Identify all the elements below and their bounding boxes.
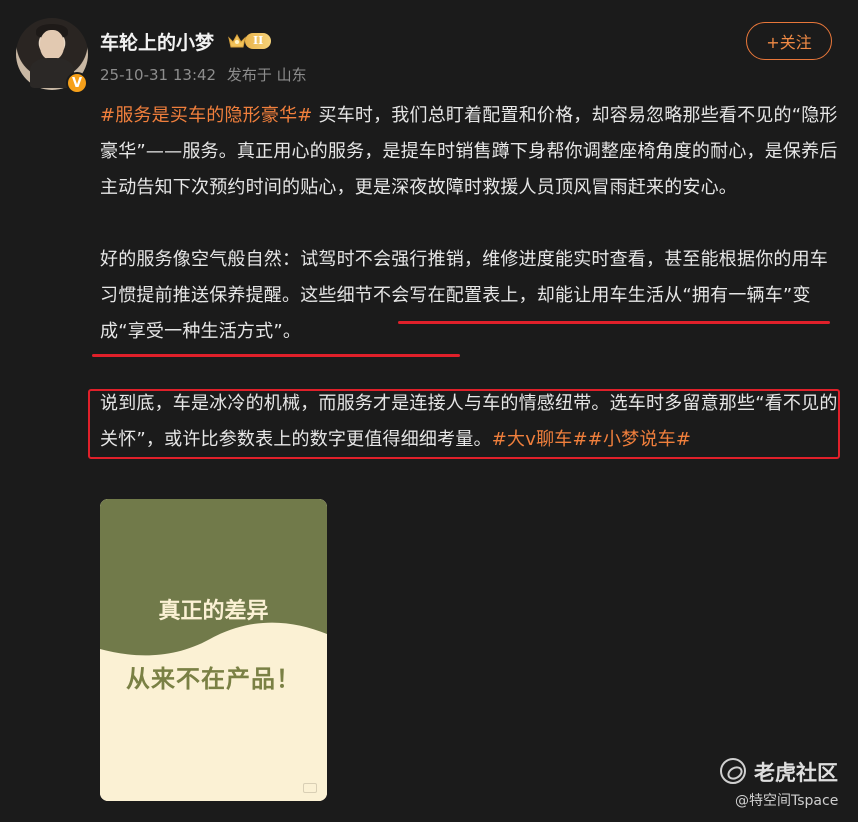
paragraph-3-text: 说到底，车是冰冷的机械，而服务才是连接人与车的情感纽带。选车时多留意那些“看不见… — [100, 393, 838, 450]
image-expand-icon — [303, 783, 317, 793]
paragraph-3: 说到底，车是冰冷的机械，而服务才是连接人与车的情感纽带。选车时多留意那些“看不见… — [100, 386, 838, 458]
verified-icon: V — [66, 72, 88, 94]
post-meta: 25-10-31 13:42 发布于 山东 — [100, 64, 307, 85]
watermark-handle: @特空间Tspace — [735, 793, 839, 809]
card-line-2: 从来不在产品！ — [126, 665, 301, 693]
post-timestamp: 25-10-31 13:42 — [100, 66, 217, 84]
username[interactable]: 车轮上的小梦 — [100, 28, 214, 55]
paragraph-1: #服务是买车的隐形豪华# 买车时，我们总盯着配置和价格，却容易忽略那些看不见的“… — [100, 98, 838, 206]
avatar-face — [40, 30, 64, 60]
card-line-1: 真正的差异 — [158, 599, 269, 624]
annotation-underline — [398, 321, 830, 324]
hashtag-link[interactable]: #大v聊车# — [492, 429, 588, 450]
crown-icon — [228, 33, 246, 48]
level-badge: II — [227, 31, 279, 51]
post-image[interactable]: 真正的差异 从来不在产品！ — [100, 499, 327, 801]
card-background — [100, 499, 327, 801]
annotation-underline — [92, 354, 460, 357]
post-body: #服务是买车的隐形豪华# 买车时，我们总盯着配置和价格，却容易忽略那些看不见的“… — [100, 98, 838, 458]
watermark-name: 老虎社区 — [754, 761, 838, 785]
level-text: II — [245, 33, 272, 49]
follow-button[interactable]: +关注 — [746, 22, 832, 60]
watermark-logo-icon — [720, 758, 746, 784]
paragraph-2: 好的服务像空气般自然：试驾时不会强行推销，维修进度能实时查看，甚至能根据你的用车… — [100, 242, 838, 350]
hashtag-link[interactable]: #服务是买车的隐形豪华# — [100, 105, 313, 126]
hashtag-link[interactable]: #小梦说车# — [588, 429, 691, 450]
post-location: 发布于 山东 — [226, 66, 307, 84]
